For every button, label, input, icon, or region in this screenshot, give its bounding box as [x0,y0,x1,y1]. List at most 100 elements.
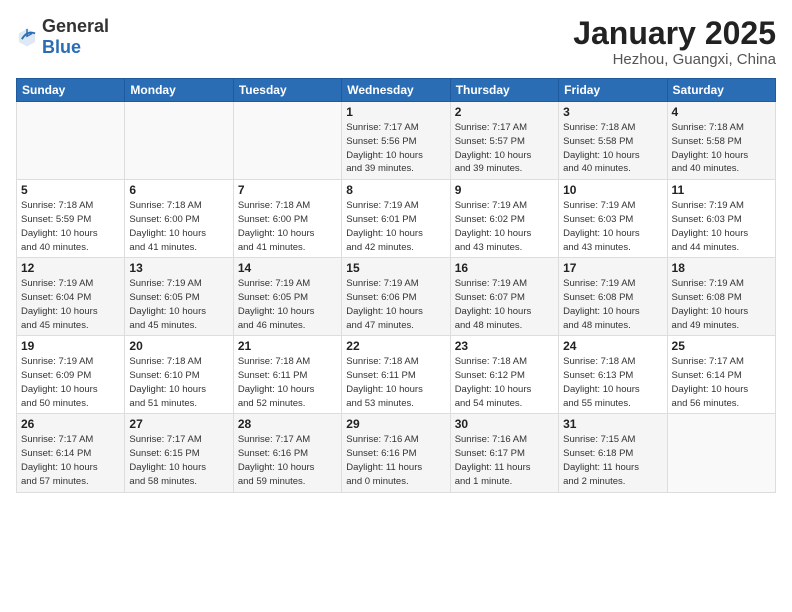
weekday-header: Saturday [667,79,775,102]
day-number: 26 [21,417,120,431]
calendar-cell: 12Sunrise: 7:19 AM Sunset: 6:04 PM Dayli… [17,258,125,336]
weekday-header: Wednesday [342,79,450,102]
day-info: Sunrise: 7:17 AM Sunset: 5:56 PM Dayligh… [346,121,445,176]
day-number: 9 [455,183,554,197]
calendar-cell: 11 Sunrise: 7:19 AM Sunset: 6:03 PM Dayli… [667,180,775,258]
week-row: 5 Sunrise: 7:18 AM Sunset: 5:59 PM Daylig… [17,180,776,258]
week-row: 12Sunrise: 7:19 AM Sunset: 6:04 PM Dayli… [17,258,776,336]
calendar-cell: 26 Sunrise: 7:17 AM Sunset: 6:14 PM Dayli… [17,414,125,492]
day-info: Sunrise: 7:18 AM Sunset: 6:13 PM Dayligh… [563,355,662,410]
day-number: 22 [346,339,445,353]
calendar-cell: 15 Sunrise: 7:19 AM Sunset: 6:06 PM Dayli… [342,258,450,336]
day-info: Sunrise: 7:16 AM Sunset: 6:16 PM Dayligh… [346,433,445,488]
weekday-header: Sunday [17,79,125,102]
calendar-cell: 10 Sunrise: 7:19 AM Sunset: 6:03 PM Dayli… [559,180,667,258]
logo: General Blue [16,16,109,58]
day-info: Sunrise: 7:17 AM Sunset: 6:15 PM Dayligh… [129,433,228,488]
title-block: January 2025 Hezhou, Guangxi, China [573,16,776,68]
calendar-cell: 4 Sunrise: 7:18 AM Sunset: 5:58 PM Daylig… [667,102,775,180]
day-info: Sunrise: 7:19 AM Sunset: 6:03 PM Dayligh… [672,199,771,254]
day-number: 4 [672,105,771,119]
day-number: 3 [563,105,662,119]
weekday-header: Monday [125,79,233,102]
calendar-cell: 3 Sunrise: 7:18 AM Sunset: 5:58 PM Daylig… [559,102,667,180]
day-info: Sunrise: 7:19 AM Sunset: 6:05 PM Dayligh… [238,277,337,332]
calendar-cell [667,414,775,492]
day-info: Sunrise: 7:17 AM Sunset: 6:14 PM Dayligh… [672,355,771,410]
logo-blue: Blue [42,37,81,57]
day-info: Sunrise: 7:15 AM Sunset: 6:18 PM Dayligh… [563,433,662,488]
calendar-cell: 13Sunrise: 7:19 AM Sunset: 6:05 PM Dayli… [125,258,233,336]
calendar-cell: 24Sunrise: 7:18 AM Sunset: 6:13 PM Dayli… [559,336,667,414]
day-number: 8 [346,183,445,197]
calendar-cell: 27Sunrise: 7:17 AM Sunset: 6:15 PM Dayli… [125,414,233,492]
week-row: 26 Sunrise: 7:17 AM Sunset: 6:14 PM Dayli… [17,414,776,492]
day-info: Sunrise: 7:19 AM Sunset: 6:03 PM Dayligh… [563,199,662,254]
calendar-cell: 16 Sunrise: 7:19 AM Sunset: 6:07 PM Dayli… [450,258,558,336]
calendar-cell: 21Sunrise: 7:18 AM Sunset: 6:11 PM Dayli… [233,336,341,414]
day-info: Sunrise: 7:18 AM Sunset: 5:58 PM Dayligh… [563,121,662,176]
day-info: Sunrise: 7:19 AM Sunset: 6:08 PM Dayligh… [672,277,771,332]
day-number: 17 [563,261,662,275]
calendar-cell [233,102,341,180]
week-row: 19Sunrise: 7:19 AM Sunset: 6:09 PM Dayli… [17,336,776,414]
day-info: Sunrise: 7:18 AM Sunset: 6:11 PM Dayligh… [346,355,445,410]
calendar-cell [17,102,125,180]
calendar-cell: 23 Sunrise: 7:18 AM Sunset: 6:12 PM Dayli… [450,336,558,414]
calendar-cell: 1 Sunrise: 7:17 AM Sunset: 5:56 PM Daylig… [342,102,450,180]
header: General Blue January 2025 Hezhou, Guangx… [16,16,776,68]
day-info: Sunrise: 7:18 AM Sunset: 5:58 PM Dayligh… [672,121,771,176]
calendar-cell: 25 Sunrise: 7:17 AM Sunset: 6:14 PM Dayli… [667,336,775,414]
day-info: Sunrise: 7:18 AM Sunset: 6:12 PM Dayligh… [455,355,554,410]
day-number: 30 [455,417,554,431]
day-info: Sunrise: 7:18 AM Sunset: 5:59 PM Dayligh… [21,199,120,254]
day-info: Sunrise: 7:18 AM Sunset: 6:00 PM Dayligh… [238,199,337,254]
day-number: 31 [563,417,662,431]
day-number: 19 [21,339,120,353]
day-number: 15 [346,261,445,275]
day-number: 25 [672,339,771,353]
day-number: 1 [346,105,445,119]
calendar-cell: 6 Sunrise: 7:18 AM Sunset: 6:00 PM Daylig… [125,180,233,258]
logo-text: General Blue [42,16,109,58]
calendar: SundayMondayTuesdayWednesdayThursdayFrid… [16,78,776,492]
day-info: Sunrise: 7:17 AM Sunset: 6:14 PM Dayligh… [21,433,120,488]
title-location: Hezhou, Guangxi, China [573,51,776,68]
day-info: Sunrise: 7:18 AM Sunset: 6:11 PM Dayligh… [238,355,337,410]
weekday-header: Thursday [450,79,558,102]
day-info: Sunrise: 7:19 AM Sunset: 6:04 PM Dayligh… [21,277,120,332]
calendar-cell: 22 Sunrise: 7:18 AM Sunset: 6:11 PM Dayli… [342,336,450,414]
logo-general: General [42,16,109,36]
day-info: Sunrise: 7:19 AM Sunset: 6:06 PM Dayligh… [346,277,445,332]
day-number: 7 [238,183,337,197]
calendar-cell: 31 Sunrise: 7:15 AM Sunset: 6:18 PM Dayli… [559,414,667,492]
day-info: Sunrise: 7:17 AM Sunset: 5:57 PM Dayligh… [455,121,554,176]
day-info: Sunrise: 7:18 AM Sunset: 6:00 PM Dayligh… [129,199,228,254]
day-number: 14 [238,261,337,275]
day-number: 29 [346,417,445,431]
day-number: 16 [455,261,554,275]
day-info: Sunrise: 7:19 AM Sunset: 6:07 PM Dayligh… [455,277,554,332]
calendar-cell: 14 Sunrise: 7:19 AM Sunset: 6:05 PM Dayli… [233,258,341,336]
calendar-cell: 8 Sunrise: 7:19 AM Sunset: 6:01 PM Daylig… [342,180,450,258]
page: General Blue January 2025 Hezhou, Guangx… [0,0,792,612]
logo-icon [16,26,38,48]
title-month: January 2025 [573,16,776,51]
week-row: 1 Sunrise: 7:17 AM Sunset: 5:56 PM Daylig… [17,102,776,180]
day-info: Sunrise: 7:19 AM Sunset: 6:02 PM Dayligh… [455,199,554,254]
calendar-cell: 18Sunrise: 7:19 AM Sunset: 6:08 PM Dayli… [667,258,775,336]
day-number: 11 [672,183,771,197]
calendar-cell: 28Sunrise: 7:17 AM Sunset: 6:16 PM Dayli… [233,414,341,492]
day-number: 10 [563,183,662,197]
calendar-cell: 7 Sunrise: 7:18 AM Sunset: 6:00 PM Daylig… [233,180,341,258]
day-info: Sunrise: 7:16 AM Sunset: 6:17 PM Dayligh… [455,433,554,488]
day-number: 13 [129,261,228,275]
day-info: Sunrise: 7:19 AM Sunset: 6:01 PM Dayligh… [346,199,445,254]
weekday-header: Friday [559,79,667,102]
calendar-cell [125,102,233,180]
day-number: 28 [238,417,337,431]
day-info: Sunrise: 7:18 AM Sunset: 6:10 PM Dayligh… [129,355,228,410]
day-number: 23 [455,339,554,353]
day-number: 5 [21,183,120,197]
day-number: 6 [129,183,228,197]
